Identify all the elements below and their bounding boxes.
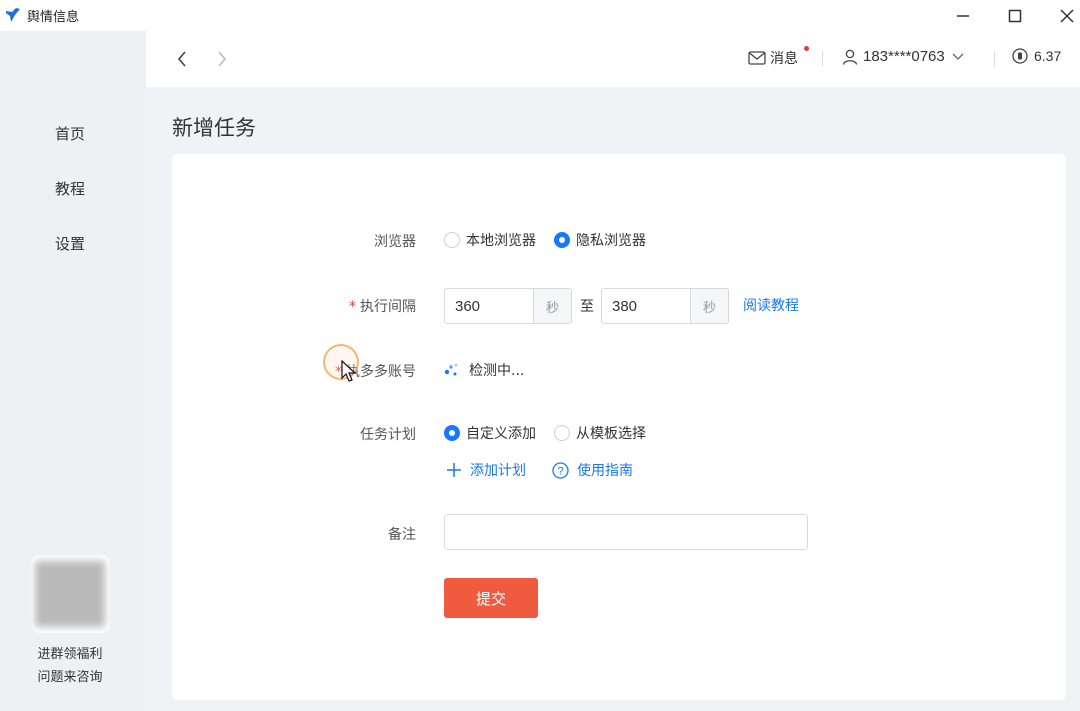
- required-mark: *: [349, 299, 356, 315]
- maximize-icon: [1008, 9, 1022, 22]
- plus-icon: [447, 463, 461, 477]
- interval-from-unit: 秒: [533, 289, 571, 323]
- loading-spinner-icon: [444, 363, 458, 376]
- plan-radio-group: 自定义添加 从模板选择: [444, 423, 646, 443]
- page-title: 新增任务: [172, 116, 256, 140]
- title-bar: 舆情信息: [0, 0, 1080, 31]
- submit-button[interactable]: 提交: [444, 578, 538, 618]
- option-template-select-label[interactable]: 从模板选择: [576, 423, 646, 443]
- chevron-right-icon: [218, 51, 227, 67]
- window-title: 舆情信息: [27, 10, 80, 25]
- mouse-cursor-icon: [341, 360, 357, 382]
- maximize-button[interactable]: [992, 0, 1038, 31]
- option-private-browser-label[interactable]: 隐私浏览器: [576, 230, 646, 250]
- note-label: 备注: [388, 527, 416, 543]
- promo-line-1: 进群领福利: [37, 647, 103, 662]
- coin-icon: [1012, 48, 1028, 64]
- radio-template-select[interactable]: [554, 425, 570, 441]
- sidebar-item-settings[interactable]: 设置: [0, 228, 146, 258]
- note-input[interactable]: [444, 514, 808, 550]
- accounts-label: * 执多多账号: [335, 364, 416, 380]
- close-button[interactable]: [1044, 0, 1080, 31]
- app-logo-icon: [6, 8, 20, 22]
- divider: [994, 51, 995, 67]
- radio-private-browser[interactable]: [554, 232, 570, 248]
- option-local-browser-label[interactable]: 本地浏览器: [466, 230, 536, 250]
- minimize-button[interactable]: [940, 0, 986, 31]
- balance-display[interactable]: 6.37: [1012, 48, 1061, 64]
- accounts-status-text: 检测中...: [469, 363, 525, 379]
- interval-from-value[interactable]: 360: [445, 289, 533, 323]
- sidebar: 首页 教程 设置 进群领福利 问题来咨询: [0, 31, 146, 711]
- qr-code-image: [31, 555, 110, 633]
- unread-dot: [804, 46, 809, 51]
- interval-from-input[interactable]: 360 秒: [444, 288, 572, 324]
- forward-button[interactable]: [212, 48, 232, 70]
- add-plan-link[interactable]: 添加计划: [446, 460, 526, 480]
- user-phone: 183****0763: [863, 48, 945, 65]
- promo-line-2: 问题来咨询: [37, 670, 103, 685]
- svg-text:?: ?: [557, 465, 563, 477]
- option-custom-add-label[interactable]: 自定义添加: [466, 423, 536, 443]
- browser-radio-group: 本地浏览器 隐私浏览器: [444, 230, 646, 250]
- chevron-down-icon: [952, 53, 964, 60]
- interval-separator: 至: [580, 299, 594, 315]
- sidebar-item-tutorial[interactable]: 教程: [0, 173, 146, 203]
- close-icon: [1060, 8, 1074, 23]
- accounts-status: 检测中...: [444, 360, 524, 380]
- back-button[interactable]: [172, 48, 192, 70]
- usage-guide-link[interactable]: ? 使用指南: [552, 460, 633, 480]
- user-menu[interactable]: 183****0763: [842, 48, 964, 65]
- interval-label: * 执行间隔: [349, 299, 416, 315]
- plan-label: 任务计划: [360, 427, 416, 443]
- messages-button[interactable]: 消息: [748, 46, 809, 68]
- usage-guide-label[interactable]: 使用指南: [577, 460, 633, 480]
- mail-icon: [748, 51, 766, 65]
- interval-to-unit: 秒: [690, 289, 728, 323]
- sidebar-item-home[interactable]: 首页: [0, 118, 146, 148]
- interval-to-input[interactable]: 380 秒: [601, 288, 729, 324]
- radio-local-browser[interactable]: [444, 232, 460, 248]
- add-plan-label[interactable]: 添加计划: [470, 460, 526, 480]
- divider: [822, 51, 823, 67]
- minimize-icon: [957, 14, 969, 17]
- user-icon: [842, 49, 858, 65]
- interval-to-value[interactable]: 380: [602, 289, 690, 323]
- help-icon: ?: [552, 461, 569, 479]
- top-header: 消息 183****0763 6.37: [146, 31, 1080, 87]
- read-tutorial-link[interactable]: 阅读教程: [743, 295, 799, 315]
- messages-label: 消息: [770, 51, 798, 67]
- balance-value: 6.37: [1034, 48, 1062, 64]
- chevron-left-icon: [177, 51, 186, 67]
- radio-custom-add[interactable]: [444, 425, 460, 441]
- browser-label: 浏览器: [374, 234, 416, 250]
